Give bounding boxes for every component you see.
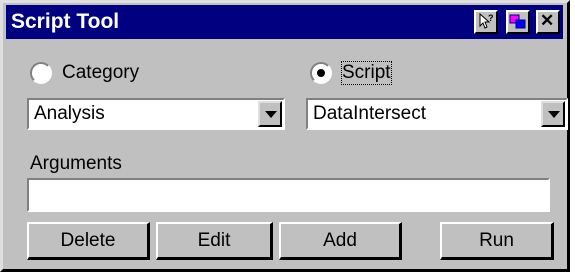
script-select[interactable]: DataIntersect <box>306 98 568 130</box>
category-radio-label: Category <box>62 62 140 83</box>
restore-icon <box>509 14 526 29</box>
help-pointer-icon: ? <box>479 12 494 29</box>
help-button[interactable]: ? <box>474 10 498 34</box>
delete-button[interactable]: Delete <box>27 222 150 260</box>
chevron-down-icon[interactable] <box>541 101 565 127</box>
script-tool-window: Script Tool ? ✕ Category Script Analysis… <box>0 0 570 272</box>
svg-text:?: ? <box>488 13 494 23</box>
arguments-label: Arguments <box>30 153 122 174</box>
close-button[interactable]: ✕ <box>536 10 560 34</box>
title-bar[interactable]: Script Tool ? ✕ <box>6 5 563 39</box>
category-select-value: Analysis <box>34 103 105 124</box>
script-radio-label: Script <box>341 61 392 85</box>
arguments-input[interactable] <box>27 178 550 212</box>
category-select[interactable]: Analysis <box>27 98 285 130</box>
radio-selected-dot <box>317 69 325 77</box>
edit-button[interactable]: Edit <box>156 222 273 260</box>
window-title: Script Tool <box>11 10 120 33</box>
run-button[interactable]: Run <box>440 222 554 260</box>
script-select-value: DataIntersect <box>313 103 426 124</box>
category-radio[interactable] <box>30 62 52 84</box>
close-icon: ✕ <box>540 11 555 30</box>
category-radio-option[interactable]: Category <box>30 60 230 90</box>
script-radio[interactable] <box>310 62 332 84</box>
chevron-down-icon[interactable] <box>258 101 282 127</box>
add-button[interactable]: Add <box>279 222 402 260</box>
script-radio-option[interactable]: Script <box>310 60 460 90</box>
restore-button[interactable] <box>506 10 530 34</box>
